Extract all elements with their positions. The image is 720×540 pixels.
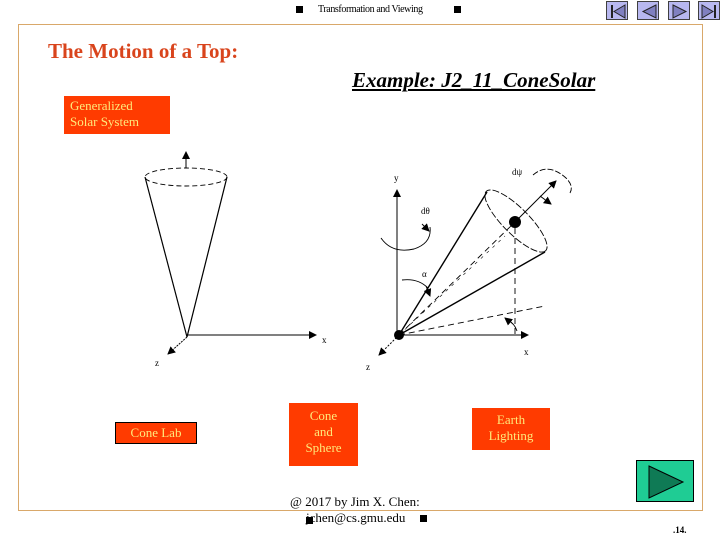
x-axis-label: x (322, 335, 327, 345)
projection-ground (398, 305, 546, 336)
footer-bullet-right (420, 515, 427, 522)
cone-right-edge (186, 176, 228, 338)
cone-left-edge (144, 176, 188, 338)
dpsi-label: dψ (512, 167, 523, 177)
spin-axis-arrow (514, 180, 557, 223)
dtheta-arrow (421, 223, 430, 232)
page-number: .14. (673, 525, 687, 535)
play-next-icon (648, 465, 685, 499)
alpha-arc (401, 279, 429, 289)
z-axis-label: z (155, 358, 159, 368)
z-axis (167, 336, 188, 355)
next-page-button[interactable] (636, 460, 694, 502)
spin-arrow-small (539, 195, 552, 205)
alpha-label: α (422, 269, 427, 279)
left-cone-diagram: x z (144, 151, 327, 368)
z-axis-label: z (366, 362, 370, 372)
dpsi-arc (532, 168, 572, 194)
right-top-diagram: y x z dψ dθ α (366, 167, 572, 372)
cone-inner-dash (398, 235, 506, 336)
dtheta-label: dθ (421, 206, 430, 216)
copyright-text: @ 2017 by Jim X. Chen: (290, 494, 420, 509)
ground-angle-arrow (504, 317, 513, 326)
email-link[interactable]: jchen@cs.gmu.edu (306, 510, 405, 526)
y-axis-label: y (394, 173, 399, 183)
x-axis-label: x (524, 347, 529, 357)
cone-edge-upper (398, 191, 488, 336)
dtheta-arc (380, 226, 431, 251)
cone-top-ellipse (144, 167, 228, 187)
top-motion-diagrams: x z y x z dψ dθ α (144, 151, 572, 372)
